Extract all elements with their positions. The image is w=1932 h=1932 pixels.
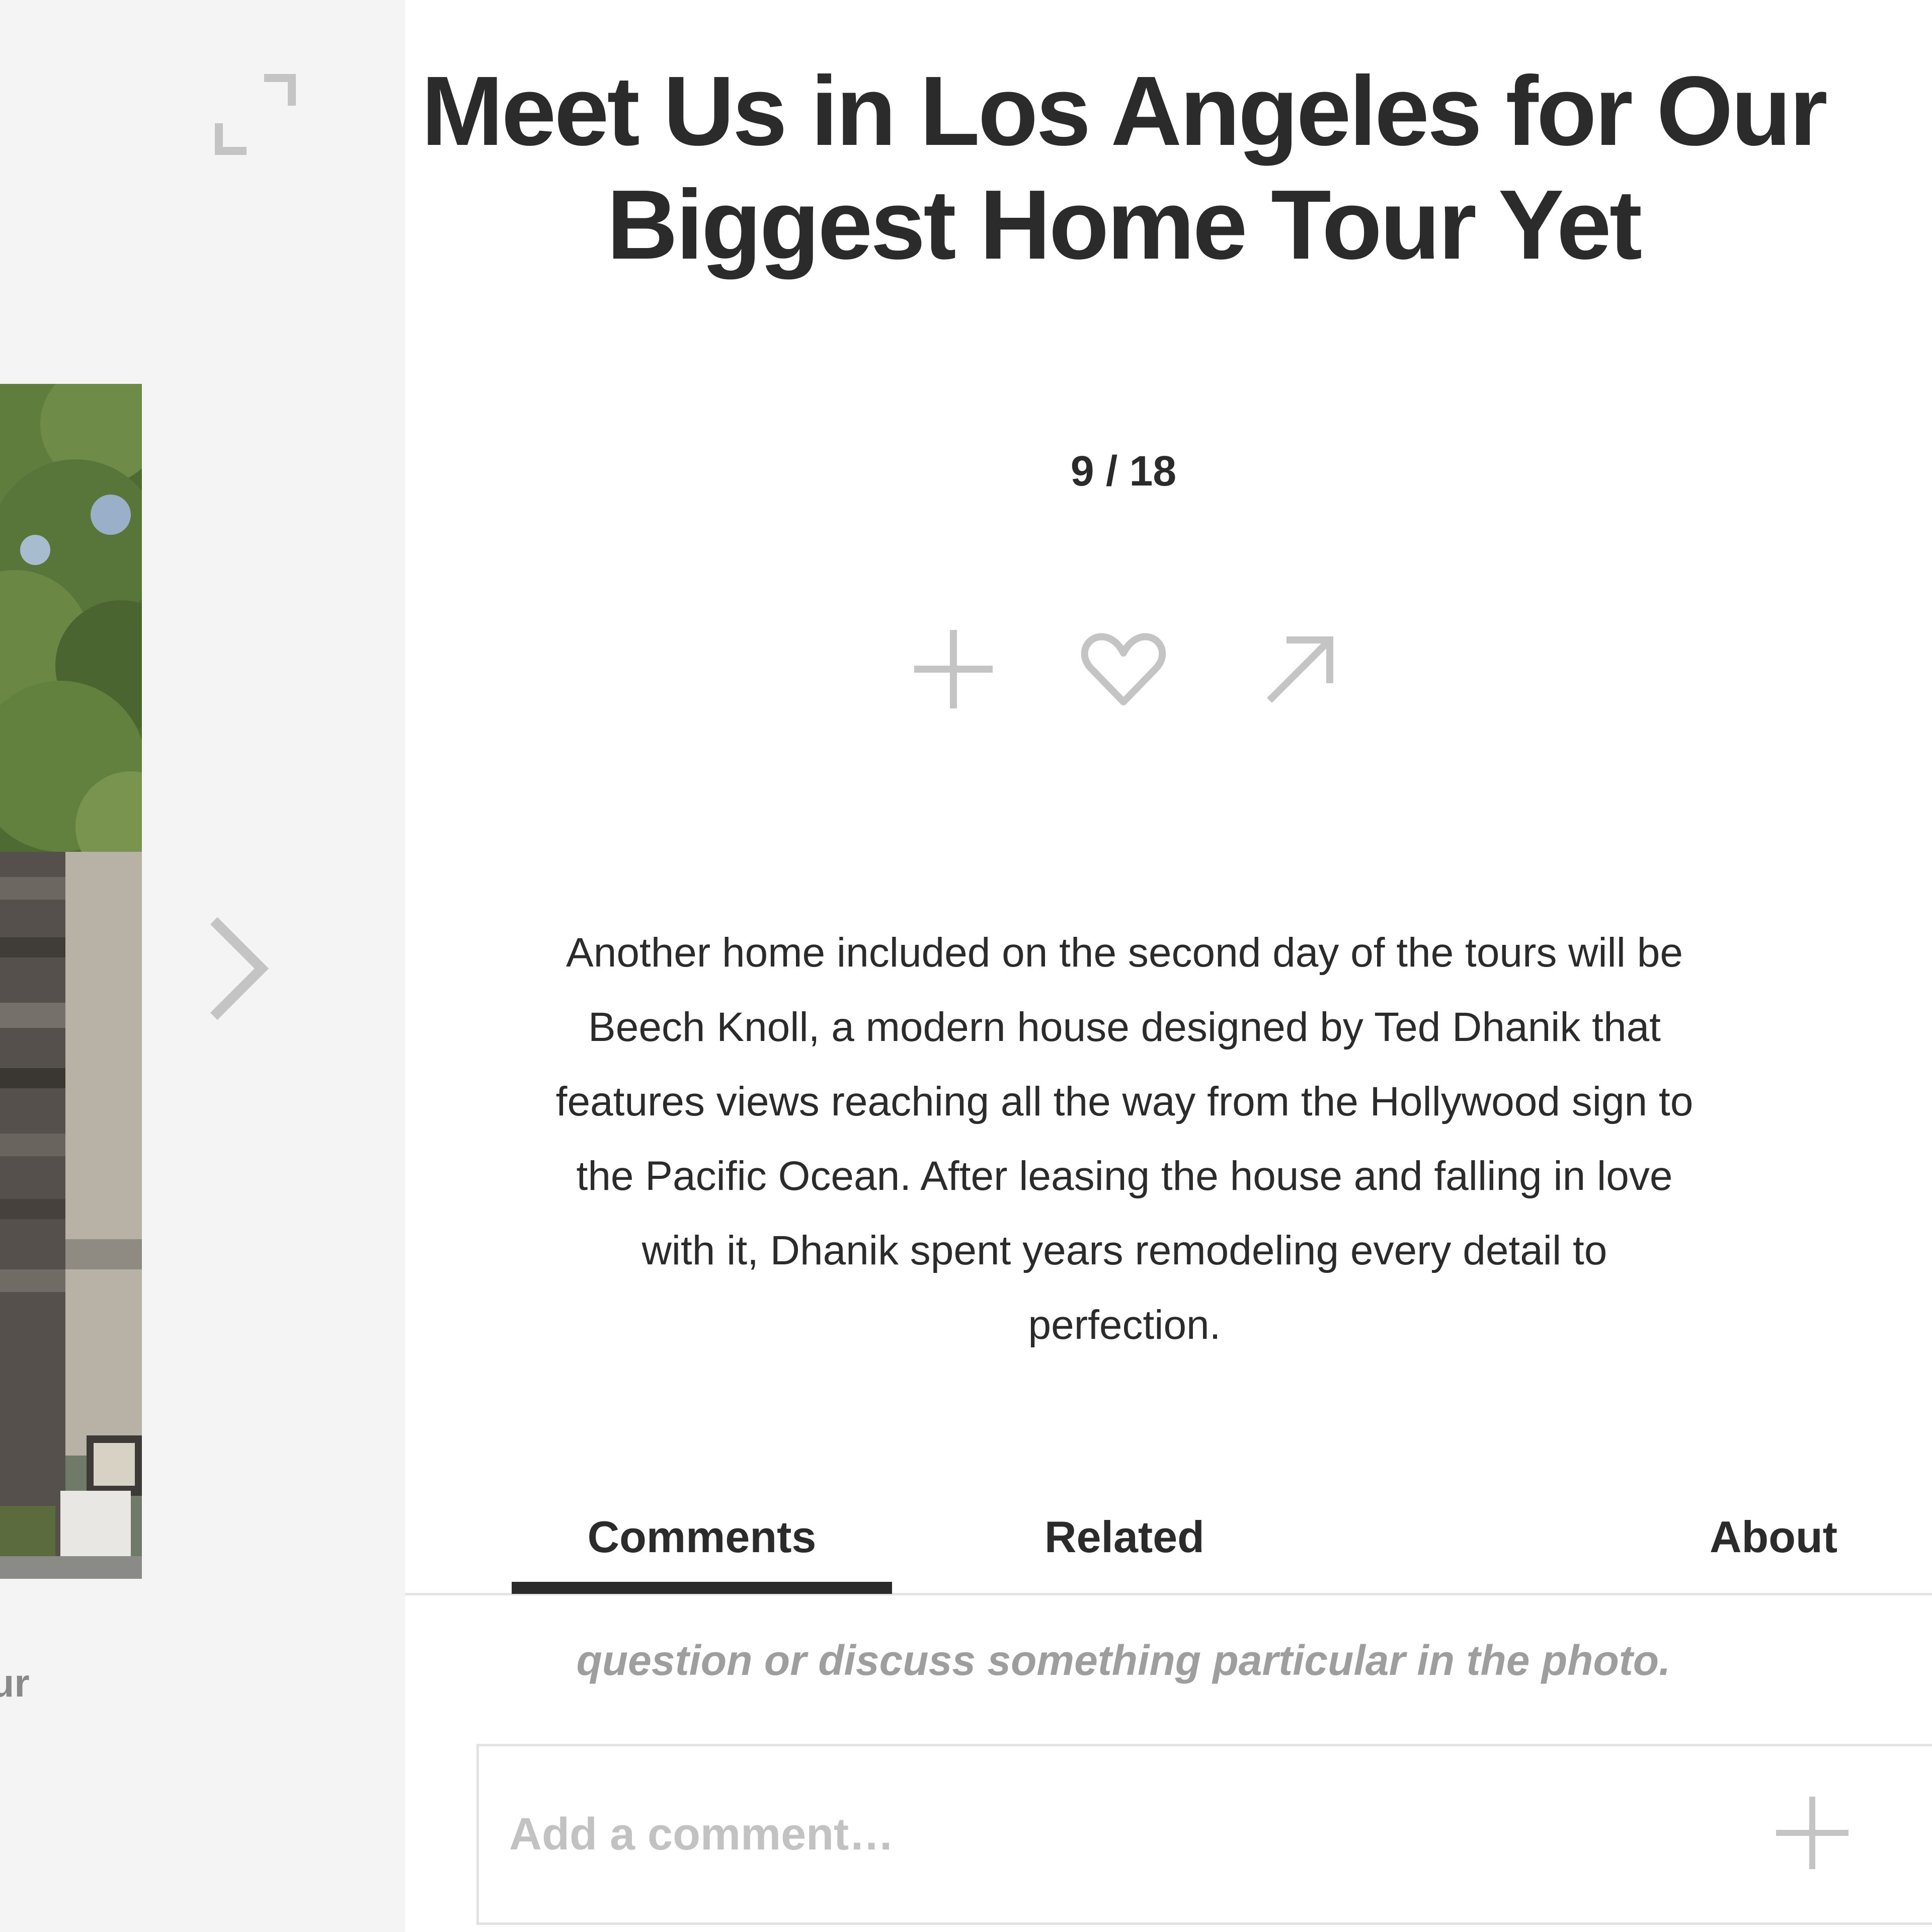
tab-comments[interactable]: Comments xyxy=(512,1499,892,1593)
expand-icon[interactable] xyxy=(211,70,302,161)
comment-hint: question or discuss something particular… xyxy=(576,1637,1671,1684)
action-bar xyxy=(405,624,1842,714)
heart-icon[interactable] xyxy=(1078,624,1169,714)
detail-pane: Meet Us in Los Angeles for Our Biggest H… xyxy=(405,0,1932,1932)
chevron-right-icon[interactable] xyxy=(201,911,277,1026)
comment-box xyxy=(476,1744,1932,1925)
page-title: Meet Us in Los Angeles for Our Biggest H… xyxy=(421,56,1827,280)
photo-description: Another home included on the second day … xyxy=(555,930,1694,1348)
gallery-pane: Our xyxy=(0,0,405,1932)
tab-bar: Comments Related About xyxy=(405,1499,1932,1595)
house-exterior-photo xyxy=(0,384,142,1579)
plus-icon[interactable] xyxy=(908,624,999,714)
comment-input[interactable] xyxy=(509,1746,1767,1922)
gallery-caption: Our xyxy=(0,1661,30,1705)
tab-related[interactable]: Related xyxy=(948,1499,1301,1593)
share-arrow-icon[interactable] xyxy=(1255,624,1346,714)
photo-counter: 9 / 18 xyxy=(1070,447,1177,495)
active-tab-indicator xyxy=(512,1582,892,1594)
add-comment-icon[interactable] xyxy=(1767,1788,1858,1878)
tab-about[interactable]: About xyxy=(1623,1499,1924,1593)
